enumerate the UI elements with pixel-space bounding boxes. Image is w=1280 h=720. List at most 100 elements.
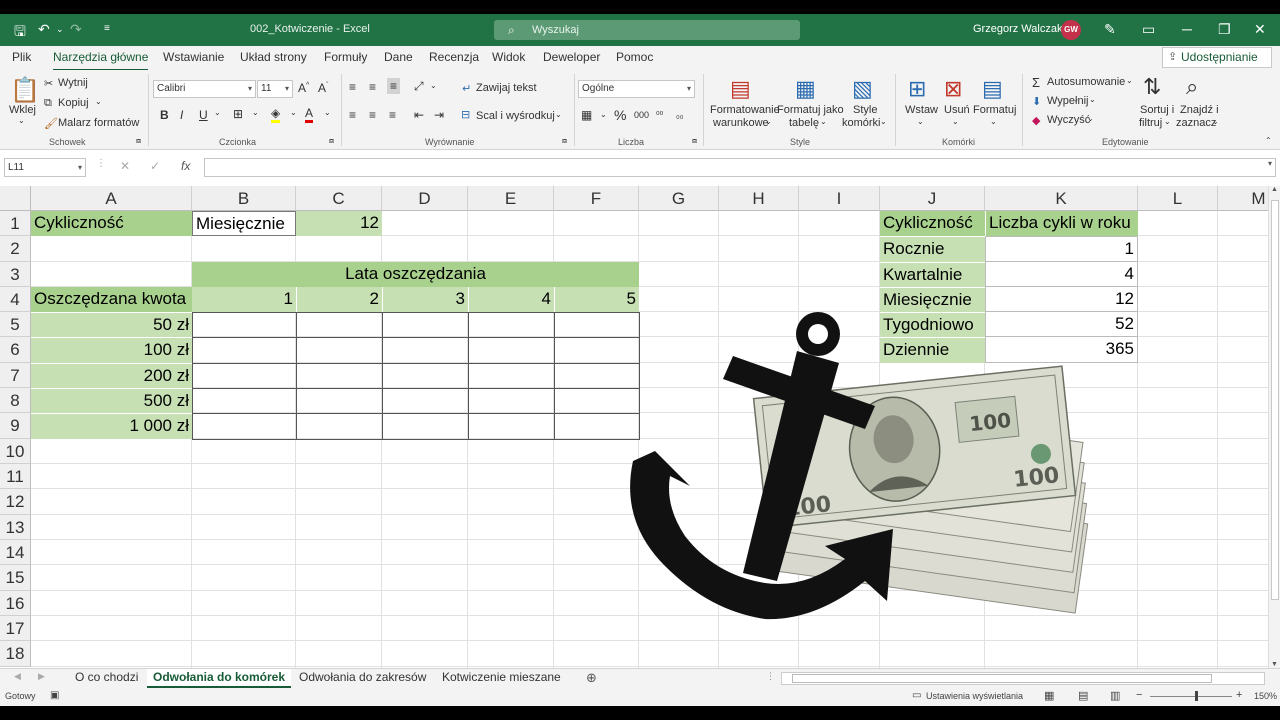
sheet-tab-2[interactable]: Odwołania do komórek xyxy=(147,669,292,688)
borders-icon[interactable]: ⊞ xyxy=(233,107,243,121)
cell-K3[interactable]: 4 xyxy=(985,262,1138,287)
zoom-slider[interactable] xyxy=(1150,696,1232,697)
cell-D6[interactable] xyxy=(382,337,469,364)
cancel-icon[interactable]: ✕ xyxy=(120,159,130,173)
cell-A1[interactable]: Cykliczność xyxy=(31,211,192,236)
row-header-7[interactable]: 7 xyxy=(0,363,31,388)
clipboard-launcher-icon[interactable]: ⧈ xyxy=(136,136,141,146)
cell-J5[interactable]: Tygodniowo xyxy=(880,312,985,337)
row-header-5[interactable]: 5 xyxy=(0,312,31,337)
find-select-icon[interactable]: ⌕ xyxy=(1186,74,1198,100)
cell-C9[interactable] xyxy=(296,413,383,440)
insert-cells-icon[interactable]: ⊞ xyxy=(908,76,926,102)
cell-A8[interactable]: 500 zł xyxy=(31,388,192,413)
sort-filter-label-1[interactable]: Sortuj i xyxy=(1140,104,1174,116)
column-header-E[interactable]: E xyxy=(468,186,554,211)
sheet-tab-1[interactable]: O co chodzi xyxy=(69,669,144,688)
chevron-down-icon[interactable]: ⌄ xyxy=(880,117,887,126)
zoom-level[interactable]: 150% xyxy=(1254,691,1277,701)
tab-insert[interactable]: Wstawianie xyxy=(163,50,224,64)
row-header-14[interactable]: 14 xyxy=(0,540,31,565)
avatar[interactable]: GW xyxy=(1061,20,1081,40)
cell-E4[interactable]: 4 xyxy=(468,287,554,312)
row-header-3[interactable]: 3 xyxy=(0,262,31,287)
cell-C7[interactable] xyxy=(296,363,383,389)
increase-decimal-icon[interactable]: ⁰⁰ xyxy=(656,110,663,121)
sort-filter-icon[interactable]: ⇅ xyxy=(1143,74,1161,100)
align-left-icon[interactable]: ≡ xyxy=(349,108,356,122)
merge-center-button[interactable]: Scal i wyśrodkuj xyxy=(476,110,555,122)
chevron-down-icon[interactable]: ⌄ xyxy=(952,117,959,126)
zoom-in-icon[interactable]: + xyxy=(1236,689,1242,701)
align-top-icon[interactable]: ≡ xyxy=(349,80,356,94)
tab-developer[interactable]: Deweloper xyxy=(543,50,600,64)
horizontal-scrollbar[interactable] xyxy=(781,672,1265,685)
row-header-11[interactable]: 11 xyxy=(0,464,31,489)
customize-toolbar-icon[interactable]: ≡ xyxy=(104,23,110,34)
cell-styles-label-2[interactable]: komórki xyxy=(842,117,881,129)
font-name-select[interactable]: Calibri ▾ xyxy=(153,80,256,98)
cell-B8[interactable] xyxy=(192,388,297,414)
fill-icon[interactable]: ⬇ xyxy=(1032,95,1041,108)
cell-A9[interactable]: 1 000 zł xyxy=(31,413,192,439)
column-header-J[interactable]: J xyxy=(880,186,985,211)
accounting-format-icon[interactable]: ▦ xyxy=(581,108,592,122)
underline-dropdown-icon[interactable]: ⌄ xyxy=(214,108,221,117)
cell-E6[interactable] xyxy=(468,337,555,364)
alignment-launcher-icon[interactable]: ⧈ xyxy=(562,136,567,146)
zoom-slider-thumb[interactable] xyxy=(1195,691,1198,701)
cell-J2[interactable]: Rocznie xyxy=(880,236,985,262)
column-header-A[interactable]: A xyxy=(31,186,192,211)
row-header-12[interactable]: 12 xyxy=(0,489,31,515)
chevron-down-icon[interactable]: ⌄ xyxy=(917,117,924,126)
paste-dropdown-icon[interactable]: ⌄ xyxy=(18,116,25,125)
eraser-icon[interactable]: ◆ xyxy=(1032,114,1040,127)
cell-J3[interactable]: Kwartalnie xyxy=(880,262,985,287)
minimize-icon[interactable]: ─ xyxy=(1182,21,1192,37)
cell-C4[interactable]: 2 xyxy=(296,287,382,312)
cell-D7[interactable] xyxy=(382,363,469,389)
format-cells-icon[interactable]: ▤ xyxy=(982,76,1003,102)
tab-home[interactable]: Narzędzia główne xyxy=(53,50,149,71)
cut-button[interactable]: Wytnij xyxy=(58,77,88,89)
increase-indent-icon[interactable]: ⇥ xyxy=(434,108,444,122)
column-header-I[interactable]: I xyxy=(799,186,880,211)
decrease-decimal-icon[interactable]: ₀₀ xyxy=(676,110,683,120)
copy-icon[interactable]: ⧉ xyxy=(44,97,52,110)
conditional-formatting-icon[interactable]: ▤ xyxy=(730,76,751,102)
cell-D9[interactable] xyxy=(382,413,469,440)
number-launcher-icon[interactable]: ⧈ xyxy=(692,136,697,146)
sort-filter-label-2[interactable]: filtruj xyxy=(1139,117,1162,129)
page-break-view-icon[interactable]: ▥ xyxy=(1110,689,1120,702)
row-header-17[interactable]: 17 xyxy=(0,616,31,641)
fill-color-dropdown-icon[interactable]: ⌄ xyxy=(290,108,297,117)
align-right-icon[interactable]: ≡ xyxy=(389,108,396,122)
cut-icon[interactable]: ✂ xyxy=(44,77,53,90)
display-settings-icon[interactable]: ▭ xyxy=(912,690,921,701)
zoom-out-icon[interactable]: − xyxy=(1136,689,1142,701)
row-header-4[interactable]: 4 xyxy=(0,287,31,312)
tab-help[interactable]: Pomoc xyxy=(616,50,653,64)
enter-icon[interactable]: ✓ xyxy=(150,159,160,173)
underline-button[interactable]: U xyxy=(199,108,208,122)
tab-page-layout[interactable]: Układ strony xyxy=(240,50,307,64)
row-header-8[interactable]: 8 xyxy=(0,388,31,413)
font-size-select[interactable]: 11 ▾ xyxy=(257,80,293,98)
autosum-icon[interactable]: Σ xyxy=(1032,75,1040,90)
row-header-15[interactable]: 15 xyxy=(0,565,31,591)
scroll-down-icon[interactable]: ▼ xyxy=(1271,661,1278,668)
tab-review[interactable]: Recenzja xyxy=(429,50,479,64)
horizontal-scroll-thumb[interactable] xyxy=(792,674,1212,683)
wrap-text-icon[interactable]: ↵ xyxy=(462,82,471,95)
merge-dropdown-icon[interactable]: ⌄ xyxy=(555,110,562,119)
autosum-button[interactable]: Autosumowanie xyxy=(1047,76,1125,88)
insert-function-icon[interactable]: fx xyxy=(181,159,190,173)
row-header-13[interactable]: 13 xyxy=(0,515,31,540)
column-header-F[interactable]: F xyxy=(554,186,639,211)
cell-styles-icon[interactable]: ▧ xyxy=(852,76,873,102)
chevron-down-icon[interactable]: ⌄ xyxy=(1126,76,1133,85)
find-select-label-1[interactable]: Znajdź i xyxy=(1180,104,1219,116)
cell-B5[interactable] xyxy=(192,312,297,338)
undo-dropdown-icon[interactable]: ⌄ xyxy=(56,24,64,35)
font-launcher-icon[interactable]: ⧈ xyxy=(329,136,334,146)
